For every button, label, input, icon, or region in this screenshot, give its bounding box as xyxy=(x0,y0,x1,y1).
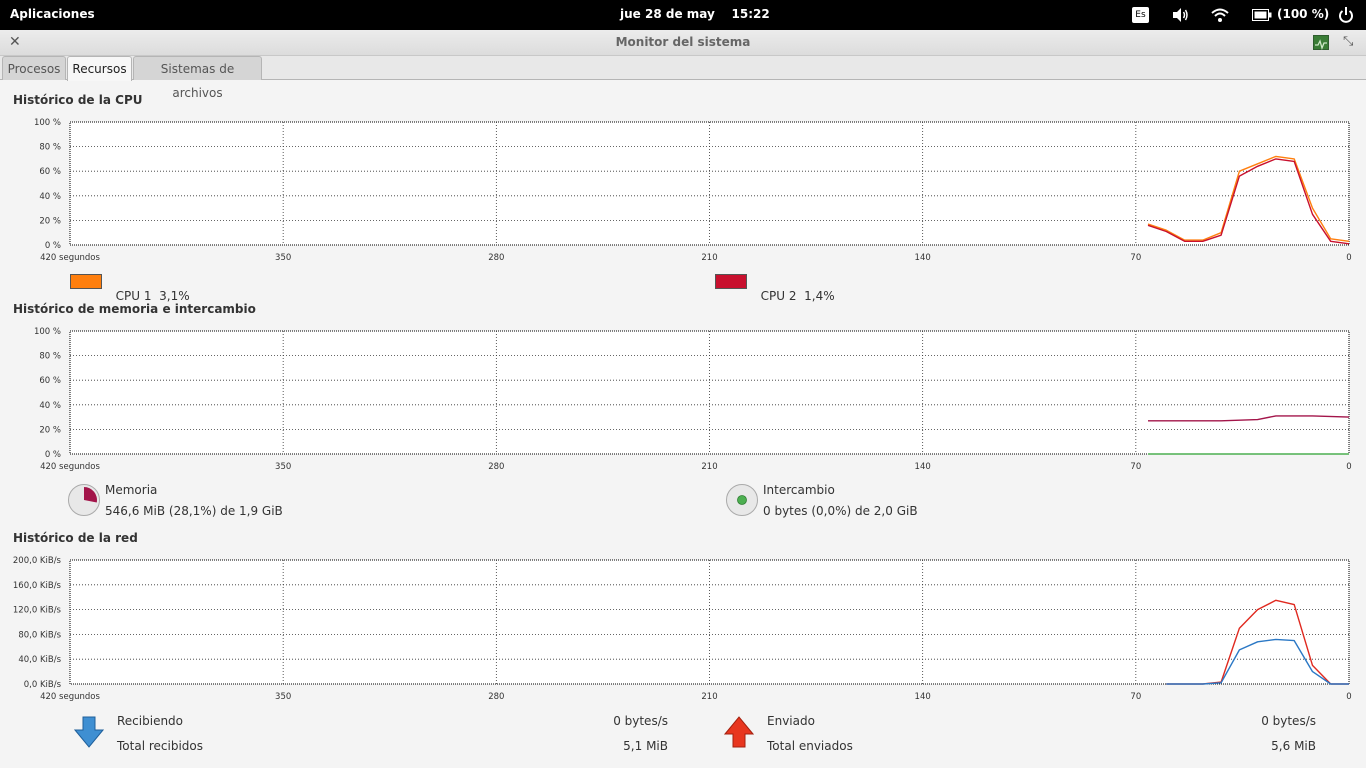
network-x-tick-label: 420 segundos xyxy=(40,692,100,702)
download-arrow-icon[interactable] xyxy=(74,716,104,748)
memory-y-tick-label: 100 % xyxy=(34,327,61,337)
memory-pie-chart xyxy=(84,487,97,503)
network-x-tick-label: 280 xyxy=(488,692,504,702)
cpu-y-tick-label: 60 % xyxy=(39,167,61,177)
memory-x-tick-label: 280 xyxy=(488,462,504,472)
network-x-tick-label: 70 xyxy=(1130,692,1141,702)
total-received-value: 5,1 MiB xyxy=(623,739,668,753)
network-y-tick-label: 160,0 KiB/s xyxy=(13,581,62,591)
cpu-x-tick-label: 350 xyxy=(275,253,291,263)
cpu-y-tick-label: 100 % xyxy=(34,118,61,128)
cpu-x-tick-label: 280 xyxy=(488,253,504,263)
swap-pie-icon[interactable] xyxy=(726,484,758,516)
cpu-y-tick-label: 0 % xyxy=(45,241,61,251)
cpu1-legend: CPU 1 3,1% xyxy=(108,275,190,303)
cpu-x-tick-label: 420 segundos xyxy=(40,253,100,263)
cpu1-color-swatch[interactable] xyxy=(70,274,102,289)
network-y-tick-label: 200,0 KiB/s xyxy=(13,556,62,566)
cpu-x-tick-label: 0 xyxy=(1346,253,1351,263)
total-received-label: Total recibidos xyxy=(117,739,203,753)
cpu2-color-swatch[interactable] xyxy=(715,274,747,289)
resource-graphs: 100 % 80 % 60 % 40 % 20 % 0 % 420 segundos 350 2… xyxy=(13,118,1352,702)
swap-label: Intercambio xyxy=(763,483,835,497)
network-y-tick-label: 120,0 KiB/s xyxy=(13,606,62,616)
memory-label: Memoria xyxy=(105,483,158,497)
swap-value: 0 bytes (0,0%) de 2,0 GiB xyxy=(763,504,918,518)
network-y-tick-label: 80,0 KiB/s xyxy=(18,630,61,640)
memory-x-tick-label: 70 xyxy=(1130,462,1141,472)
total-sent-value: 5,6 MiB xyxy=(1271,739,1316,753)
memory-x-tick-label: 210 xyxy=(701,462,717,472)
cpu2-value: 1,4% xyxy=(804,289,835,303)
memory-value: 546,6 MiB (28,1%) de 1,9 GiB xyxy=(105,504,283,518)
receiving-label: Recibiendo xyxy=(117,714,184,728)
cpu1-value: 3,1% xyxy=(159,289,190,303)
memory-x-tick-label: 350 xyxy=(275,462,291,472)
cpu-y-tick-label: 40 % xyxy=(39,192,61,202)
receiving-value: 0 bytes/s xyxy=(613,714,668,728)
memory-y-tick-label: 20 % xyxy=(39,425,61,435)
cpu-x-tick-label: 140 xyxy=(915,253,931,263)
memory-x-tick-label: 140 xyxy=(915,462,931,472)
memory-x-tick-label: 420 segundos xyxy=(40,462,100,472)
memory-y-tick-label: 0 % xyxy=(45,450,61,460)
cpu-x-tick-label: 70 xyxy=(1130,253,1141,263)
memory-x-tick-label: 0 xyxy=(1346,462,1351,472)
memory-y-tick-label: 80 % xyxy=(39,352,61,362)
cpu-y-tick-label: 20 % xyxy=(39,216,61,226)
cpu-x-tick-label: 210 xyxy=(701,253,717,263)
cpu2-label: CPU 2 xyxy=(760,289,797,303)
cpu1-label: CPU 1 xyxy=(115,289,152,303)
cpu2-legend: CPU 2 1,4% xyxy=(753,275,835,303)
network-x-tick-label: 140 xyxy=(915,692,931,702)
cpu-y-tick-label: 80 % xyxy=(39,143,61,153)
network-y-tick-label: 40,0 KiB/s xyxy=(18,655,61,665)
swap-dot xyxy=(737,495,747,505)
sent-label: Enviado xyxy=(767,714,815,728)
total-sent-label: Total enviados xyxy=(767,739,853,753)
network-x-tick-label: 210 xyxy=(701,692,717,702)
memory-y-tick-label: 60 % xyxy=(39,376,61,386)
network-y-tick-label: 0,0 KiB/s xyxy=(24,680,62,690)
network-x-tick-label: 0 xyxy=(1346,692,1351,702)
sent-value: 0 bytes/s xyxy=(1261,714,1316,728)
memory-pie-icon[interactable] xyxy=(68,484,100,516)
network-x-tick-label: 350 xyxy=(275,692,291,702)
upload-arrow-icon[interactable] xyxy=(724,716,754,748)
memory-y-tick-label: 40 % xyxy=(39,401,61,411)
